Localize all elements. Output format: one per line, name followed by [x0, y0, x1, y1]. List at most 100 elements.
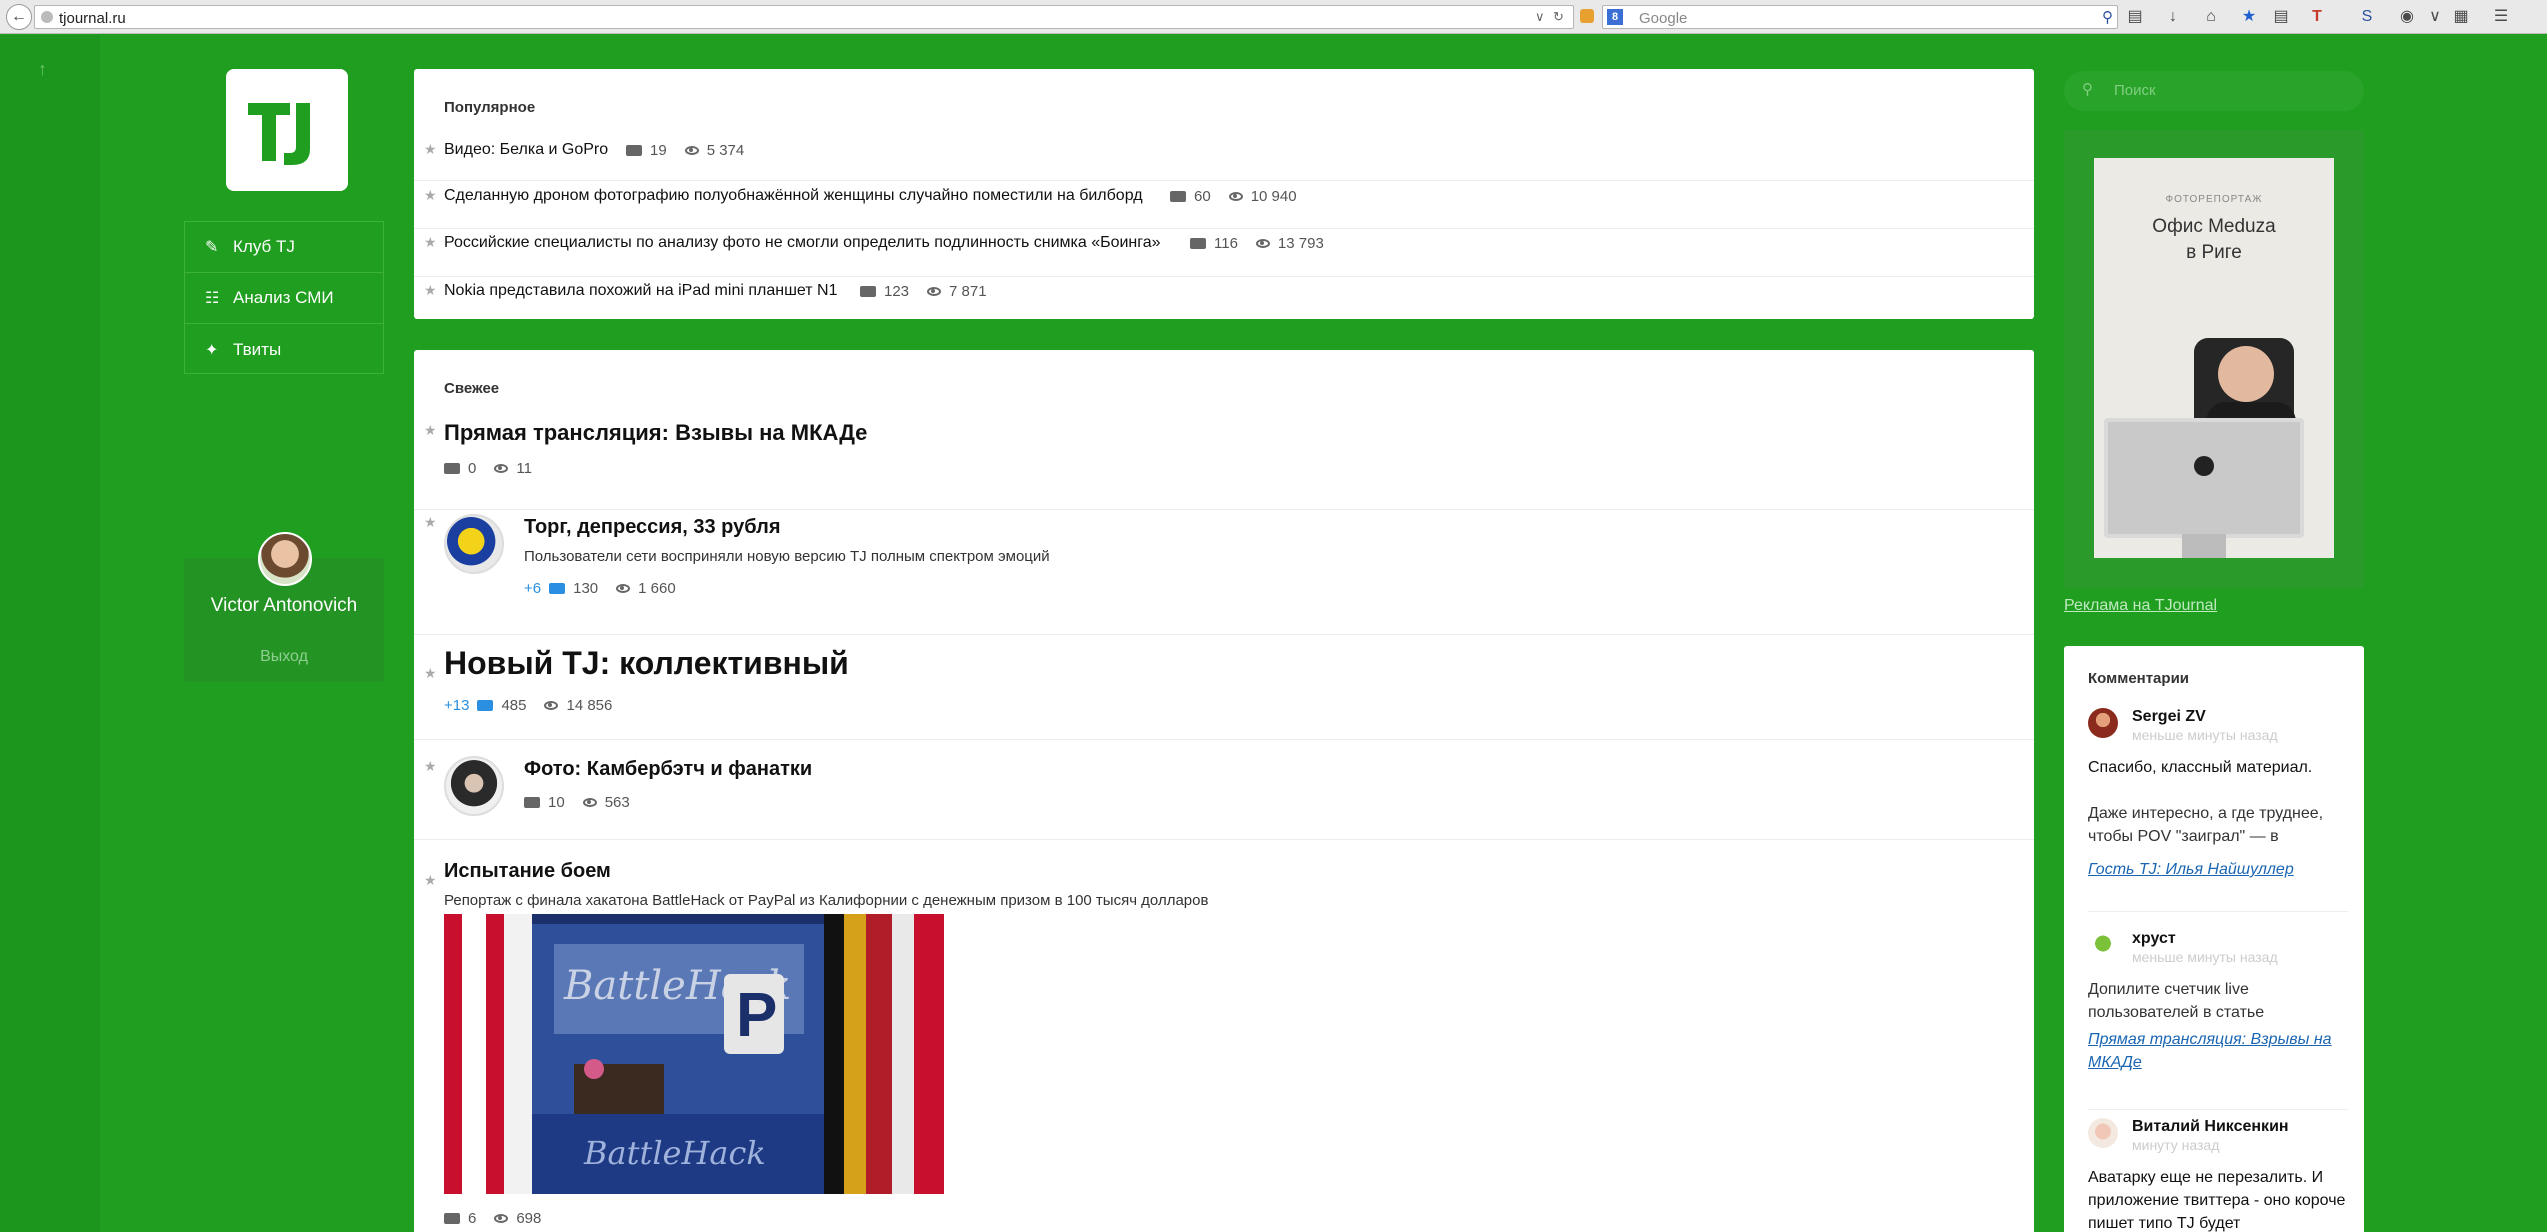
extension-icon[interactable] [1580, 9, 1594, 23]
comments-count: 116 [1214, 235, 1238, 252]
views-count: 5 374 [706, 142, 745, 159]
search-icon: ⚲ [2082, 81, 2093, 98]
comments-icon [1170, 191, 1186, 202]
views-icon [1255, 239, 1270, 248]
article-thumbnail[interactable] [444, 756, 504, 816]
clipboard-icon[interactable]: ▤ [2124, 6, 2146, 28]
scroll-up-arrow-icon[interactable]: ↑ [38, 59, 47, 80]
pencil-icon: ✎ [205, 239, 219, 256]
list-item[interactable]: ★ Российские специалисты по анализу фото… [414, 229, 2034, 277]
comment-article-link[interactable]: Прямая трансляция: Взрывы на МКАДе [2088, 1028, 2348, 1074]
article-title[interactable]: Фото: Камбербэтч и фанатки [524, 758, 812, 781]
article-title[interactable]: Прямая трансляция: Взывы на МКАДе [444, 420, 867, 446]
article-title[interactable]: Nokia представила похожий на iPad mini п… [444, 282, 838, 300]
list-item[interactable]: ★ Nokia представила похожий на iPad mini… [414, 277, 2034, 325]
divider [2088, 1109, 2348, 1110]
nav-item-label: Твиты [233, 339, 282, 359]
nav-item-club[interactable]: ✎ Клуб TJ [185, 222, 383, 273]
list-item[interactable]: ★ Видео: Белка и GoPro 19 5 374 [414, 133, 2034, 181]
fresh-heading: Свежее [444, 380, 500, 397]
ad-title-line: в Риге [2186, 242, 2242, 263]
list-item[interactable]: ★ Сделанную дроном фотографию полуобнажё… [414, 181, 2034, 229]
left-rail: ↑ [0, 35, 100, 1232]
star-icon[interactable]: ★ [424, 141, 437, 158]
star-icon[interactable]: ★ [424, 282, 437, 299]
comment-author[interactable]: хруст [2132, 930, 2176, 948]
comment-time: меньше минуты назад [2132, 949, 2278, 965]
nav-item-tweets[interactable]: ✦ Твиты [185, 324, 383, 375]
comment-author[interactable]: Виталий Никсенкин [2132, 1118, 2289, 1136]
views-count: 1 660 [638, 580, 676, 597]
back-button[interactable]: ← [6, 4, 32, 30]
views-count: 13 793 [1277, 235, 1324, 252]
article-title[interactable]: Видео: Белка и GoPro [444, 141, 608, 159]
article-title[interactable]: Сделанную дроном фотографию полуобнажённ… [444, 187, 1143, 205]
addon-s-icon[interactable]: S [2356, 6, 2378, 28]
article-title[interactable]: Новый TJ: коллективный [444, 645, 849, 682]
search-icon[interactable]: ⚲ [2102, 8, 2113, 26]
star-icon[interactable]: ★ [424, 758, 437, 775]
avatar[interactable] [258, 532, 312, 586]
tj-logo[interactable] [226, 69, 348, 191]
menu-icon[interactable]: ☰ [2490, 6, 2512, 28]
article-thumbnail[interactable] [444, 514, 504, 574]
avatar[interactable] [2088, 1118, 2118, 1148]
article-image[interactable]: BattleHack P BattleHack [444, 914, 944, 1194]
popular-heading: Популярное [444, 99, 536, 116]
search-engine-icon[interactable]: 8 [1607, 9, 1623, 25]
list-item[interactable]: ★ Торг, депрессия, 33 рубля Пользователи… [414, 510, 2034, 635]
comments-count: 6 [468, 1210, 477, 1227]
reader-icon[interactable]: ▤ [2270, 6, 2292, 28]
views-icon [684, 146, 699, 155]
list-item[interactable]: ★ Прямая трансляция: Взывы на МКАДе 0 11 [414, 410, 2034, 510]
views-count: 10 940 [1250, 188, 1297, 205]
home-icon[interactable]: ⌂ [2200, 6, 2222, 28]
star-icon[interactable]: ★ [424, 872, 437, 889]
comments-count: 123 [884, 283, 910, 300]
avatar[interactable] [2088, 708, 2118, 738]
nav-item-label: Анализ СМИ [233, 288, 334, 307]
article-title[interactable]: Торг, депрессия, 33 рубля [524, 516, 780, 539]
reload-icon[interactable]: ↻ [1553, 9, 1564, 25]
url-dropdown-icon[interactable]: ∨ [1535, 9, 1545, 25]
avatar[interactable] [2088, 930, 2118, 960]
download-icon[interactable]: ↓ [2162, 6, 2184, 28]
comments-count: 10 [548, 794, 565, 811]
ad-link[interactable]: Реклама на TJournal [2064, 597, 2217, 615]
comments-count: 19 [650, 142, 667, 159]
addon-dropdown-icon[interactable]: ∨ [2424, 6, 2446, 28]
user-name[interactable]: Victor Antonovich [184, 594, 384, 618]
ad-image[interactable]: ФОТОРЕПОРТАЖ Офис Meduza в Риге [2094, 158, 2334, 558]
browser-search-field[interactable]: 8 Google ⚲ [1602, 5, 2118, 29]
star-icon[interactable]: ★ [424, 665, 437, 682]
comments-icon [444, 1213, 460, 1224]
ad-kicker: ФОТОРЕПОРТАЖ [2165, 194, 2263, 205]
star-icon[interactable]: ★ [424, 422, 437, 439]
star-icon[interactable]: ★ [424, 234, 437, 251]
translate-icon[interactable]: T [2306, 6, 2328, 28]
addon-grid-icon[interactable]: ▦ [2450, 6, 2472, 28]
comments-icon [626, 145, 642, 156]
list-item[interactable]: ★ Фото: Камбербэтч и фанатки 10 563 [414, 740, 2034, 840]
bookmark-star-icon[interactable]: ★ [2238, 6, 2260, 28]
site-search-input[interactable]: ⚲ Поиск [2064, 71, 2364, 111]
star-icon[interactable]: ★ [424, 187, 437, 204]
list-item[interactable]: ★ Испытание боем Репортаж с финала хакат… [414, 840, 2034, 1232]
logout-link[interactable]: Выход [184, 648, 384, 666]
comments-count: 485 [501, 697, 527, 714]
addon-circle-icon[interactable]: ◉ [2396, 6, 2418, 28]
site-identity-icon[interactable] [41, 11, 53, 23]
search-placeholder: Поиск [2114, 82, 2156, 99]
list-item[interactable]: ★ Новый TJ: коллективный +13 485 14 856 [414, 635, 2034, 740]
article-title[interactable]: Российские специалисты по анализу фото н… [444, 234, 1161, 252]
views-count: 563 [604, 794, 630, 811]
ad-title: Офис Meduza в Риге [2094, 214, 2334, 266]
comments-icon [524, 797, 540, 808]
comment-author[interactable]: Sergei ZV [2132, 708, 2206, 726]
nav-item-media-analysis[interactable]: ☷ Анализ СМИ [185, 273, 383, 324]
star-icon[interactable]: ★ [424, 514, 437, 531]
ad-banner[interactable]: ФОТОРЕПОРТАЖ Офис Meduza в Риге [2064, 130, 2364, 588]
url-field[interactable]: tjournal.ru ∨ ↻ [34, 5, 1574, 29]
article-title[interactable]: Испытание боем [444, 860, 611, 883]
comment-article-link[interactable]: Гость TJ: Илья Найшуллер [2088, 858, 2348, 881]
